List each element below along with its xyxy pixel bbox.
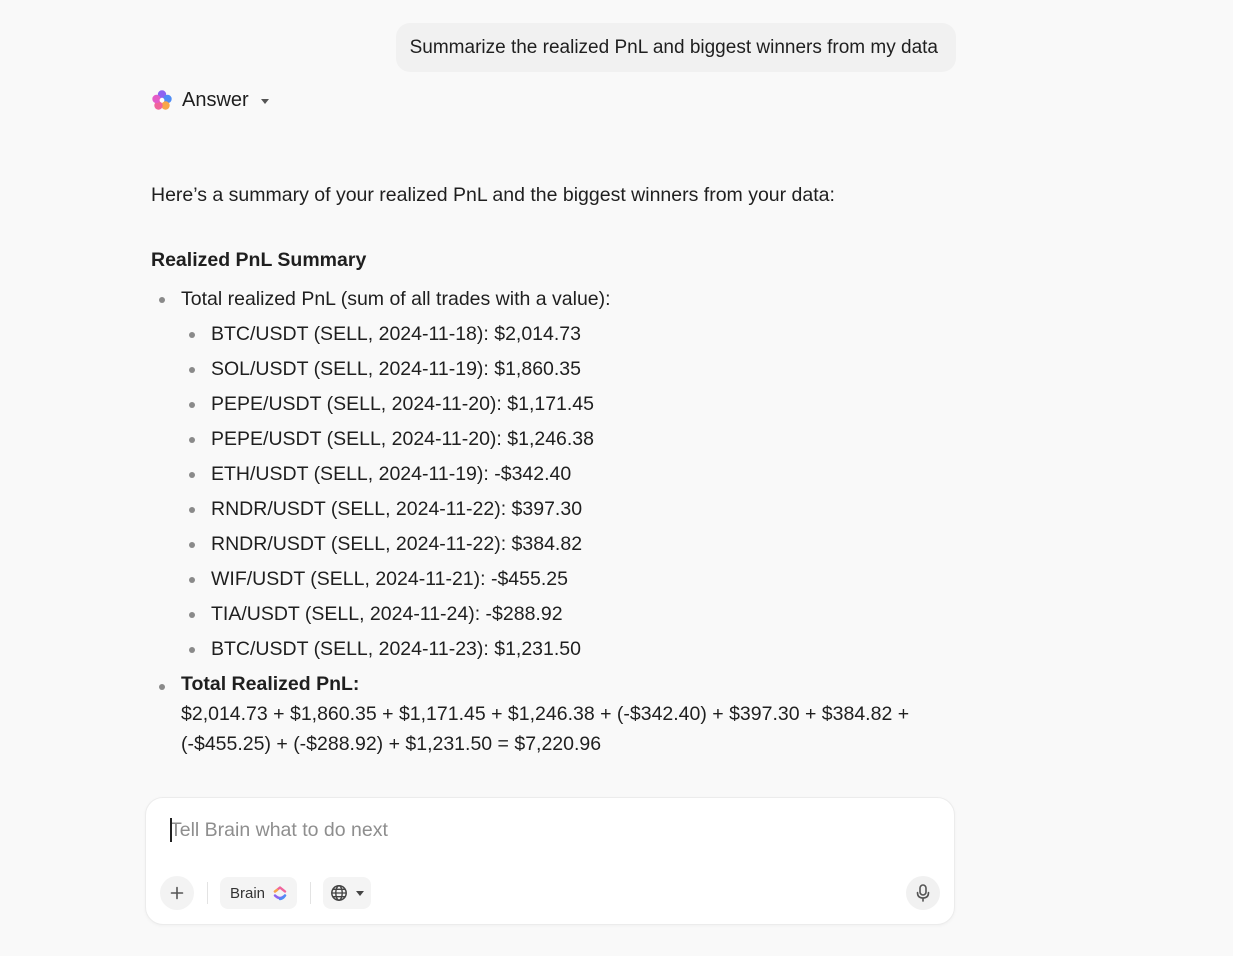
trade-item: PEPE/USDT (SELL, 2024-11-20): $1,171.45 (181, 387, 951, 422)
brain-label: Brain (230, 884, 266, 902)
web-search-button[interactable] (323, 877, 372, 909)
section-title: Realized PnL Summary (151, 249, 367, 271)
total-calc-line-1: $2,014.73 + $1,860.35 + $1,171.45 + $1,2… (181, 703, 910, 725)
trade-item: BTC/USDT (SELL, 2024-11-23): $1,231.50 (181, 632, 951, 667)
voice-input-button[interactable] (906, 876, 940, 910)
brain-logo-icon (273, 885, 287, 900)
toolbar-divider (310, 882, 312, 904)
add-button[interactable] (160, 876, 194, 910)
toolbar-divider (207, 882, 208, 904)
brain-model-button[interactable]: Brain (220, 877, 298, 909)
assistant-response: Here’s a summary of your realized PnL an… (151, 178, 951, 759)
trade-item: RNDR/USDT (SELL, 2024-11-22): $384.82 (181, 527, 951, 562)
user-message-bubble: Summarize the realized PnL and biggest w… (395, 23, 956, 72)
trade-item: WIF/USDT (SELL, 2024-11-21): -$455.25 (181, 562, 951, 597)
total-calc-line-2: (-$455.25) + (-$288.92) + $1,231.50 = $7… (181, 733, 602, 755)
text-cursor (170, 818, 172, 842)
plus-icon (170, 886, 184, 900)
caret-down-icon (260, 98, 269, 104)
composer-toolbar: Brain (160, 876, 372, 910)
trade-list: BTC/USDT (SELL, 2024-11-18): $2,014.73 S… (181, 317, 951, 667)
caret-down-icon (356, 890, 365, 896)
trade-item: BTC/USDT (SELL, 2024-11-18): $2,014.73 (181, 317, 951, 352)
microphone-icon (916, 884, 930, 902)
list-item-total-intro: Total realized PnL (sum of all trades wi… (151, 282, 951, 667)
summary-list: Total realized PnL (sum of all trades wi… (151, 282, 951, 759)
globe-icon (331, 885, 347, 901)
response-intro: Here’s a summary of your realized PnL an… (151, 184, 835, 206)
flower-logo-icon (152, 90, 172, 110)
total-intro-text: Total realized PnL (sum of all trades wi… (181, 288, 611, 310)
chat-page: Summarize the realized PnL and biggest w… (0, 0, 1233, 956)
answer-label: Answer (182, 88, 249, 111)
trade-item: PEPE/USDT (SELL, 2024-11-20): $1,246.38 (181, 422, 951, 457)
total-label: Total Realized PnL: (181, 673, 360, 695)
list-item-total: Total Realized PnL: $2,014.73 + $1,860.3… (151, 669, 951, 759)
answer-toggle[interactable]: Answer (150, 86, 269, 114)
trade-item: RNDR/USDT (SELL, 2024-11-22): $397.30 (181, 492, 951, 527)
trade-item: SOL/USDT (SELL, 2024-11-19): $1,860.35 (181, 352, 951, 387)
message-composer: Brain (145, 797, 955, 925)
trade-item: TIA/USDT (SELL, 2024-11-24): -$288.92 (181, 597, 951, 632)
trade-item: ETH/USDT (SELL, 2024-11-19): -$342.40 (181, 457, 951, 492)
message-input[interactable] (170, 816, 930, 844)
